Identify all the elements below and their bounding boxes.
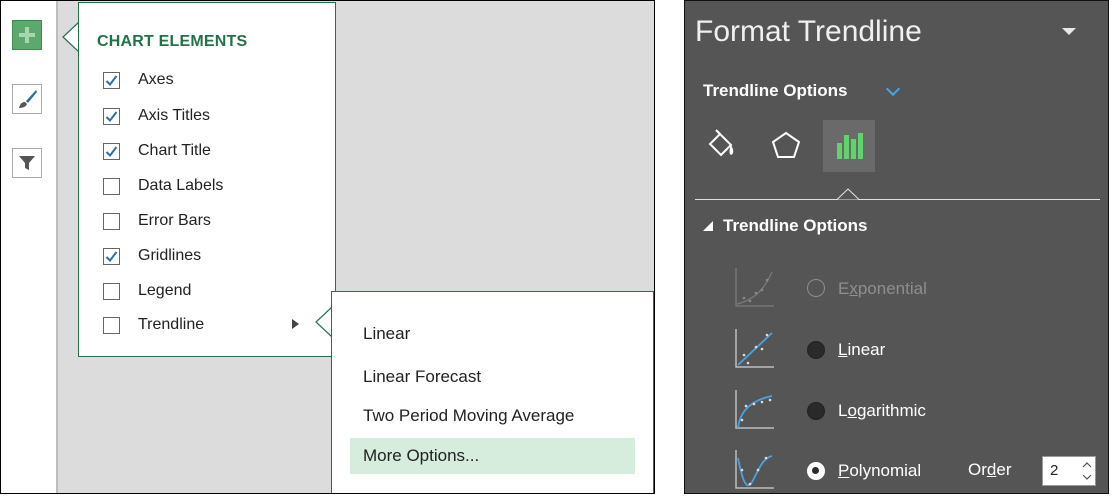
pane-menu-dropdown-icon[interactable]	[1062, 28, 1076, 35]
left-frame	[0, 0, 655, 494]
order-stepper[interactable]: 2	[1042, 456, 1096, 486]
tab-fill-line[interactable]	[695, 120, 747, 172]
section-trendline-options[interactable]: Trendline Options	[703, 216, 868, 236]
linear-thumb-icon	[735, 329, 774, 368]
tab-effects[interactable]	[760, 120, 812, 172]
tab-separator	[695, 199, 1100, 200]
bar-chart-icon	[837, 133, 863, 159]
chart-area: CHART ELEMENTS Axes Axis Titles Chart Ti…	[0, 0, 658, 497]
label-linear: Linear	[838, 340, 886, 359]
order-label: Order	[968, 460, 1012, 479]
trendline-type-exponential[interactable]	[732, 263, 776, 313]
trendline-type-logarithmic[interactable]	[732, 385, 776, 435]
pane-title: Format Trendline	[695, 15, 922, 48]
order-value: 2	[1050, 462, 1059, 479]
trendline-type-polynomial[interactable]	[732, 445, 776, 493]
options-dropdown[interactable]: Trendline Options	[703, 81, 848, 101]
radio-logarithmic[interactable]	[807, 402, 825, 420]
logarithmic-thumb-icon	[735, 390, 774, 429]
collapse-triangle-icon	[703, 221, 713, 231]
section-title: Trendline Options	[723, 216, 868, 235]
paint-bucket-icon	[708, 129, 734, 157]
radio-polynomial[interactable]	[807, 462, 825, 480]
tab-trendline-options[interactable]	[823, 120, 875, 172]
selected-tab-notch	[837, 188, 859, 210]
radio-selected-dot	[812, 467, 819, 474]
label-polynomial: Polynomial	[838, 461, 922, 480]
chevron-down-icon[interactable]	[885, 81, 901, 97]
label-exponential: Exponential	[838, 279, 927, 298]
radio-exponential[interactable]	[807, 279, 825, 297]
spin-buttons-icon[interactable]	[1079, 457, 1095, 485]
pane-body: Format Trendline Trendline Options Trend…	[684, 0, 1109, 494]
pentagon-icon	[771, 131, 801, 158]
label-logarithmic: Logarithmic	[838, 401, 926, 420]
exponential-thumb-icon	[735, 268, 774, 307]
polynomial-thumb-icon	[735, 450, 774, 489]
format-trendline-pane: Format Trendline Trendline Options Trend…	[684, 0, 1112, 497]
trendline-type-linear[interactable]	[732, 324, 776, 374]
radio-linear[interactable]	[807, 341, 825, 359]
